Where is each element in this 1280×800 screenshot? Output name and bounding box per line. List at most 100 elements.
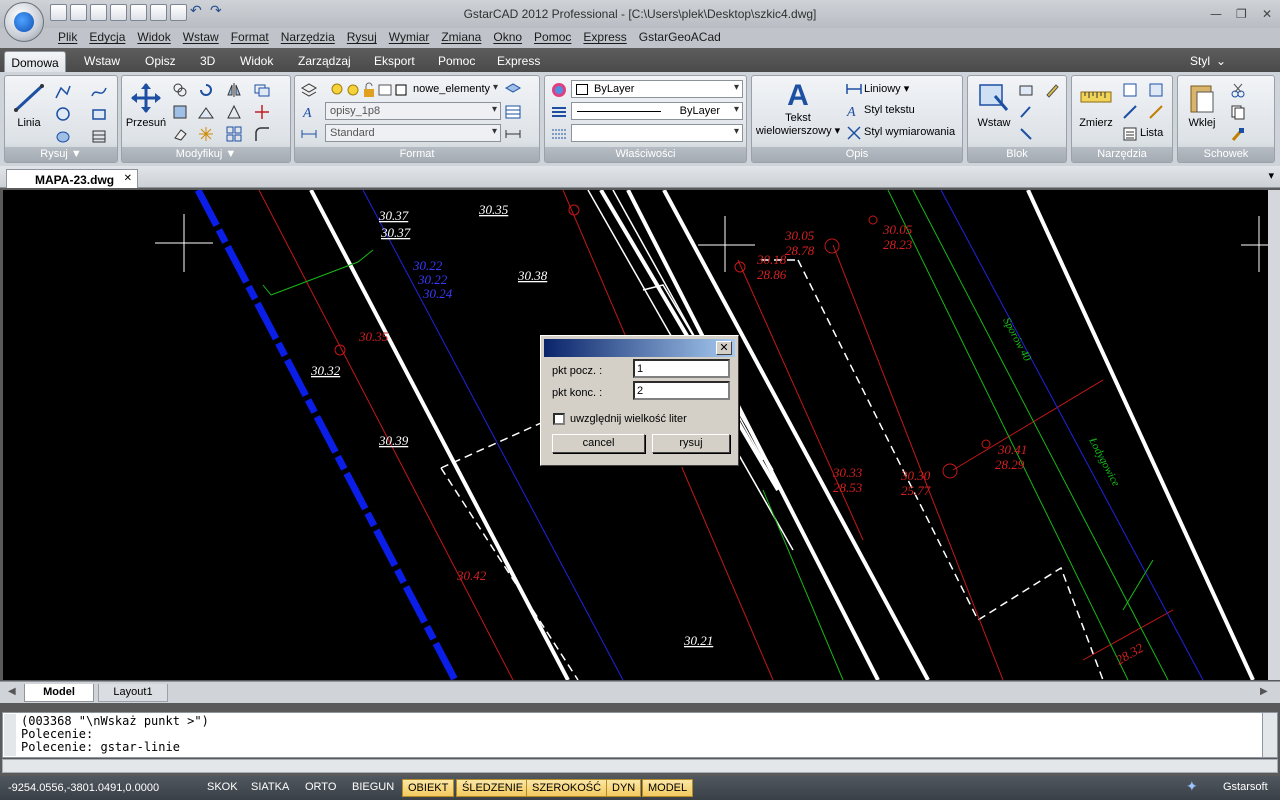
menu-express[interactable]: Express xyxy=(577,28,632,48)
minimize-button[interactable]: — xyxy=(1210,7,1222,21)
dim-style-select[interactable]: Standard xyxy=(325,124,501,142)
hatch-icon[interactable] xyxy=(55,128,71,144)
create-block-icon[interactable] xyxy=(1018,82,1034,98)
text-style-small-icon[interactable]: A xyxy=(846,103,862,119)
start-point-input[interactable] xyxy=(633,359,730,378)
tab-pomoc[interactable]: Pomoc xyxy=(438,54,475,68)
status-tray-icon[interactable]: ✦ xyxy=(1186,779,1198,795)
cancel-button[interactable]: cancel xyxy=(552,434,645,453)
fillet-icon[interactable] xyxy=(254,126,270,142)
tab-eksport[interactable]: Eksport xyxy=(374,54,415,68)
command-window-grip-icon[interactable] xyxy=(4,714,16,756)
menu-pomoc[interactable]: Pomoc xyxy=(528,28,577,48)
menu-narzedzia[interactable]: Narzędzia xyxy=(275,28,341,48)
tab-list-chevron-icon[interactable]: ▾ xyxy=(1268,169,1274,182)
dyn-toggle[interactable]: DYN xyxy=(606,779,642,797)
layer-select[interactable]: nowe_elementy xyxy=(409,81,501,99)
erase-icon[interactable] xyxy=(172,126,188,142)
menu-wymiar[interactable]: Wymiar xyxy=(383,28,436,48)
horizontal-scrollbar[interactable] xyxy=(2,759,1278,773)
polar-toggle[interactable]: BIEGUN xyxy=(347,779,399,797)
lineweight-icon[interactable] xyxy=(551,126,567,142)
dialog-title-bar[interactable]: ✕ xyxy=(544,339,735,357)
menu-okno[interactable]: Okno xyxy=(487,28,528,48)
linear-dim-icon[interactable] xyxy=(846,81,862,97)
application-menu-button[interactable] xyxy=(4,2,44,42)
text-style-button[interactable]: Styl tekstu xyxy=(864,104,915,116)
close-tab-icon[interactable]: ✕ xyxy=(124,173,132,184)
dim-style-button[interactable]: Styl wymiarowania xyxy=(864,126,955,138)
chevron-down-icon[interactable]: ⌄ xyxy=(1216,54,1226,68)
explode-icon[interactable] xyxy=(198,126,214,142)
panel-title-modyfikuj[interactable]: Modyfikuj ▼ xyxy=(122,147,290,162)
restore-button[interactable]: ❐ xyxy=(1236,7,1247,21)
menu-rysuj[interactable]: Rysuj xyxy=(341,28,383,48)
linear-dim-button[interactable]: Liniowy ▾ xyxy=(864,82,909,95)
circle-icon[interactable] xyxy=(55,106,71,122)
attribute-icon[interactable] xyxy=(1018,104,1034,120)
list-icon[interactable] xyxy=(1122,126,1138,142)
mirror-icon[interactable] xyxy=(226,82,242,98)
paste-button[interactable]: Wklej xyxy=(1180,82,1224,129)
layer-print-icon[interactable] xyxy=(377,82,393,98)
tab-3d[interactable]: 3D xyxy=(200,54,215,68)
stretch-icon[interactable] xyxy=(198,104,214,120)
edit-block-icon[interactable] xyxy=(1044,82,1060,98)
menu-wstaw[interactable]: Wstaw xyxy=(177,28,225,48)
snap-toggle[interactable]: SKOK xyxy=(202,779,243,797)
rectangle-icon[interactable] xyxy=(91,106,107,122)
move-button[interactable]: Przesuń xyxy=(124,82,168,129)
tab-layout1[interactable]: Layout1 xyxy=(98,684,168,702)
sun-icon[interactable] xyxy=(345,82,361,98)
color-select[interactable]: ByLayer xyxy=(571,80,743,98)
mtext-button[interactable]: A Tekst wielowierszowy ▾ xyxy=(754,80,842,138)
menu-edycja[interactable]: Edycja xyxy=(83,28,131,48)
scale-icon[interactable] xyxy=(226,104,242,120)
tab-model[interactable]: Model xyxy=(24,684,94,702)
tab-zarzadzaj[interactable]: Zarządzaj xyxy=(298,54,351,68)
id-point-icon[interactable] xyxy=(1148,82,1164,98)
scroll-left-icon[interactable]: ◀ xyxy=(8,686,16,697)
rotate-icon[interactable] xyxy=(198,82,214,98)
end-point-input[interactable] xyxy=(633,381,730,400)
menu-zmiana[interactable]: Zmiana xyxy=(435,28,487,48)
multileader-style-icon[interactable] xyxy=(505,126,521,142)
color-wheel-icon[interactable] xyxy=(551,82,567,98)
tab-widok[interactable]: Widok xyxy=(240,54,273,68)
layer-properties-icon[interactable] xyxy=(301,82,317,98)
case-sensitive-checkbox[interactable] xyxy=(553,413,565,425)
insert-block-button[interactable]: Wstaw xyxy=(972,82,1016,129)
menu-widok[interactable]: Widok xyxy=(131,28,176,48)
block-editor-icon[interactable] xyxy=(1018,126,1034,142)
command-scrollbar[interactable] xyxy=(1262,712,1278,758)
table-style-icon[interactable] xyxy=(505,104,521,120)
style-dropdown[interactable]: Styl xyxy=(1190,54,1210,68)
match-properties-icon[interactable] xyxy=(1230,126,1246,142)
menu-format[interactable]: Format xyxy=(225,28,275,48)
osnap-toggle[interactable]: OBIEKT xyxy=(402,779,455,797)
line-button[interactable]: Linia xyxy=(9,82,49,129)
trim-icon[interactable] xyxy=(254,104,270,120)
panel-title-rysuj[interactable]: Rysuj ▼ xyxy=(5,147,117,162)
polyline-icon[interactable] xyxy=(55,84,71,100)
tab-opisz[interactable]: Opisz xyxy=(145,54,176,68)
dim-style-icon[interactable] xyxy=(301,126,317,142)
menu-gstargeoacad[interactable]: GstarGeoACad xyxy=(633,28,727,48)
close-button[interactable]: ✕ xyxy=(1262,7,1272,21)
dim-style-small-icon[interactable] xyxy=(846,125,862,141)
array-icon[interactable] xyxy=(172,104,188,120)
tab-wstaw[interactable]: Wstaw xyxy=(84,54,120,68)
dialog-close-button[interactable]: ✕ xyxy=(716,341,732,355)
area-icon[interactable] xyxy=(1148,104,1164,120)
copy-icon[interactable] xyxy=(172,82,188,98)
spline-icon[interactable] xyxy=(91,84,107,100)
copy-clip-icon[interactable] xyxy=(1230,104,1246,120)
document-tab[interactable]: MAPA-23.dwg ✕ xyxy=(6,169,138,188)
model-toggle[interactable]: MODEL xyxy=(642,779,694,797)
tab-domowa[interactable]: Domowa xyxy=(4,51,66,73)
lineweight-toggle[interactable]: SZEROKOŚĆ xyxy=(526,779,608,797)
scroll-right-icon[interactable]: ▶ xyxy=(1260,686,1268,697)
layer-color-swatch-icon[interactable] xyxy=(393,82,409,98)
grid-array-icon[interactable] xyxy=(226,126,242,142)
distance-icon[interactable] xyxy=(1122,104,1138,120)
